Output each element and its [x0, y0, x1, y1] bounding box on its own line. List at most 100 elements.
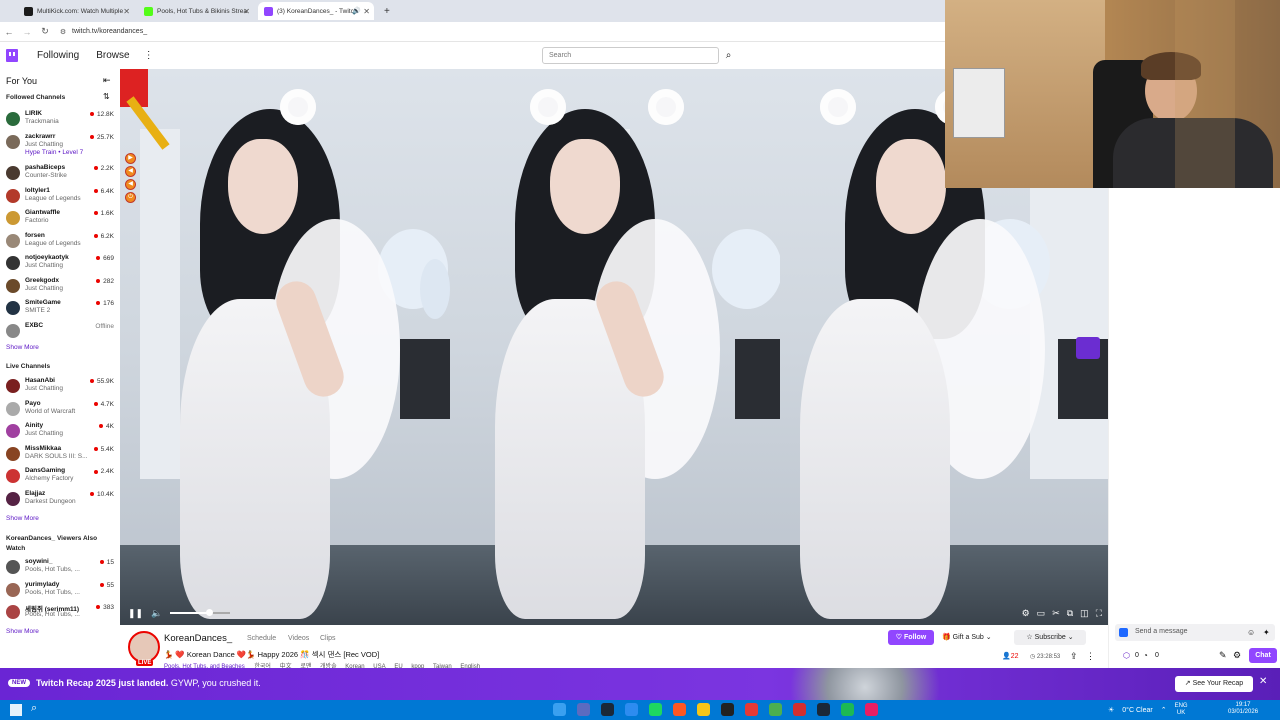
rewind-extension-icon[interactable]: ◀ [125, 166, 136, 177]
site-info-icon[interactable]: ⚙ [54, 28, 72, 36]
browser-tab-twitch[interactable]: (3) KoreanDances_ - Twitch 🔊 ✕ [258, 2, 374, 20]
weather-icon[interactable]: ☀ [1108, 706, 1114, 714]
channel-avatar[interactable] [128, 631, 160, 663]
sparkle-icon[interactable]: ✦ [1263, 628, 1270, 637]
sidebar-channel-row[interactable]: forsen League of Legends 6.2K [6, 231, 116, 251]
twitch-logo-icon[interactable] [6, 49, 18, 62]
drops-overlay-icon[interactable] [1076, 337, 1100, 359]
sidebar-channel-row[interactable]: DansGaming Alchemy Factory 2.4K [6, 466, 116, 486]
bits-icon[interactable]: ◔ [1143, 651, 1148, 660]
more-menu-icon[interactable]: ⋮ [144, 50, 154, 61]
url-field[interactable]: twitch.tv/koreandances_ [72, 28, 147, 35]
channel-category: Just Chatting [25, 430, 63, 438]
app-icon[interactable] [649, 703, 662, 716]
sidebar-channel-row[interactable]: loltyler1 League of Legends 6.4K [6, 186, 116, 206]
sidebar-channel-row[interactable]: HasanAbi Just Chatting 55.9K [6, 376, 116, 396]
power-extension-icon[interactable]: ⏻ [125, 192, 136, 203]
clock[interactable]: 19:17 03/01/2026 [1228, 702, 1258, 716]
fullscreen-icon[interactable]: ⛶ [1096, 608, 1102, 619]
sidebar-channel-row[interactable]: Elajjaz Darkest Dungeon 10.4K [6, 489, 116, 509]
emote-icon[interactable]: ☺ [1247, 628, 1255, 637]
picture-in-picture-icon[interactable]: ⧉ [1067, 608, 1073, 619]
app-icon[interactable] [865, 703, 878, 716]
chat-column: Send a message ☺ ✦ ⬡ 0 ◔ 0 ✎ ⚙ Chat [1108, 188, 1280, 668]
sidebar-channel-row[interactable]: Payo World of Warcraft 4.7K [6, 399, 116, 419]
see-recap-button[interactable]: ↗ See Your Recap [1175, 676, 1253, 692]
sidebar-channel-row[interactable]: EXBC Offline [6, 321, 116, 341]
sidebar-channel-row[interactable]: zackrawrr Just Chatting Hype Train • Level… [6, 132, 116, 156]
tray-chevron-icon[interactable]: ⌃ [1161, 706, 1167, 714]
channel-points-icon[interactable]: ⬡ [1123, 651, 1130, 660]
search-icon[interactable]: ⌕ [721, 47, 736, 64]
sort-icon[interactable]: ⇅ [103, 92, 110, 101]
clip-icon[interactable]: ✂ [1052, 608, 1060, 619]
reload-icon[interactable]: ↻ [36, 26, 54, 37]
app-icon[interactable] [769, 703, 782, 716]
tab-schedule[interactable]: Schedule [247, 635, 276, 642]
close-tab-icon[interactable]: ✕ [243, 7, 250, 16]
pause-icon[interactable]: ❚❚ [128, 608, 143, 619]
app-icon[interactable] [745, 703, 758, 716]
show-more-followed[interactable]: Show More [6, 344, 39, 351]
tab-videos[interactable]: Videos [288, 635, 309, 642]
app-icon[interactable] [577, 703, 590, 716]
sidebar-channel-row[interactable]: Greekgodx Just Chatting 282 [6, 276, 116, 296]
settings-gear-icon[interactable]: ⚙ [1022, 608, 1030, 619]
spotify-icon[interactable] [841, 703, 854, 716]
tab-clips[interactable]: Clips [320, 635, 336, 642]
sidebar-channel-row[interactable]: 세림쥐 (serimm11) Pools, Hot Tubs, ... 383 [6, 602, 116, 622]
search-input[interactable]: Search [542, 47, 719, 64]
show-more-also-watch[interactable]: Show More [6, 628, 39, 635]
following-link[interactable]: Following [37, 50, 79, 61]
sidebar-toggle-icon[interactable]: ◫ [1080, 608, 1089, 619]
audio-playing-icon[interactable]: 🔊 [352, 7, 361, 15]
channel-name[interactable]: KoreanDances_ [164, 633, 232, 644]
sidebar-channel-row[interactable]: Giantwaffle Factorio 1.6K [6, 208, 116, 228]
play-extension-icon[interactable]: ▶ [125, 153, 136, 164]
chat-badge-icon[interactable] [1119, 628, 1128, 637]
share-icon[interactable]: ⇪ [1070, 651, 1078, 662]
chrome-icon[interactable] [673, 703, 686, 716]
taskbar-search-icon[interactable]: ⌕ [31, 702, 37, 715]
back-extension-icon[interactable]: ◀ [125, 179, 136, 190]
sidebar-channel-row[interactable]: LIRIK Trackmania 12.8K [6, 109, 116, 129]
volume-slider[interactable] [170, 609, 231, 616]
steam-icon[interactable] [601, 703, 614, 716]
theatre-mode-icon[interactable]: ▭ [1037, 608, 1046, 619]
sidebar-channel-row[interactable]: notjoeykaotyk Just Chatting 669 [6, 253, 116, 273]
forward-icon[interactable]: → [18, 27, 36, 37]
browser-tab-pools[interactable]: Pools, Hot Tubs & Bikinis Strea ✕ [138, 2, 254, 20]
new-tab-button[interactable]: + [378, 2, 396, 20]
app-icon[interactable] [721, 703, 734, 716]
subscribe-button[interactable]: ☆ Subscribe ⌄ [1014, 630, 1086, 645]
close-tab-icon[interactable]: ✕ [123, 7, 130, 16]
app-icon[interactable] [817, 703, 830, 716]
chat-tools-icon[interactable]: ✎ [1219, 650, 1227, 661]
app-icon[interactable] [793, 703, 806, 716]
sidebar-channel-row[interactable]: Ainity Just Chatting 4K [6, 421, 116, 441]
sidebar-channel-row[interactable]: MissMikkaa DARK SOULS III: S... 5.4K [6, 444, 116, 464]
close-tab-icon[interactable]: ✕ [363, 7, 370, 16]
browser-tab-multikick[interactable]: MultiKick.com: Watch Multiple ✕ [18, 2, 134, 20]
sidebar-channel-row[interactable]: pashaBiceps Counter-Strike 2.2K [6, 163, 116, 183]
more-options-icon[interactable]: ⋮ [1086, 651, 1095, 662]
chat-send-button[interactable]: Chat [1249, 648, 1277, 663]
follow-button[interactable]: ♡ Follow [888, 630, 934, 645]
windows-start-icon[interactable] [10, 704, 22, 716]
gift-sub-button[interactable]: 🎁 Gift a Sub ⌄ [942, 633, 992, 641]
show-more-live[interactable]: Show More [6, 515, 39, 522]
close-banner-icon[interactable]: ✕ [1259, 676, 1267, 687]
language-indicator[interactable]: ENG UK [1175, 703, 1188, 717]
app-icon[interactable] [625, 703, 638, 716]
weather-text[interactable]: 0°C Clear [1122, 707, 1152, 714]
volume-icon[interactable]: 🔈 [151, 608, 162, 619]
sidebar-channel-row[interactable]: yurimylady Pools, Hot Tubs, ... 55 [6, 580, 116, 600]
collapse-sidebar-icon[interactable]: ⇤ [103, 75, 111, 86]
browse-link[interactable]: Browse [96, 50, 129, 61]
chat-settings-icon[interactable]: ⚙ [1233, 650, 1241, 661]
edge-icon[interactable] [553, 703, 566, 716]
file-explorer-icon[interactable] [697, 703, 710, 716]
sidebar-channel-row[interactable]: soywini_ Pools, Hot Tubs, ... 15 [6, 557, 116, 577]
back-icon[interactable]: ← [0, 27, 18, 37]
sidebar-channel-row[interactable]: SmiteGame SMITE 2 176 [6, 298, 116, 318]
